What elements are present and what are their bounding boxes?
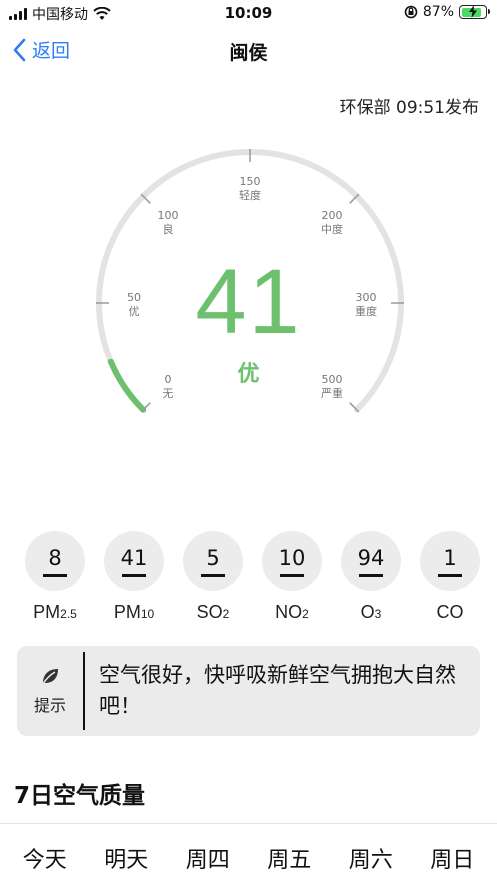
gauge-tick-label: 中度: [321, 222, 343, 236]
pollutant-pm10[interactable]: 41 PM10: [104, 531, 164, 623]
page-title: 闽侯: [229, 42, 268, 64]
leaf-icon: [42, 669, 58, 685]
gauge-tick-value: 200: [322, 209, 343, 222]
nav-bar: 返回 闽侯: [0, 32, 497, 72]
tip-divider: [83, 652, 85, 730]
pollutant-label: PM10: [113, 602, 155, 622]
pollutant-co[interactable]: 1 CO: [420, 531, 480, 623]
pollutant-label: CO: [436, 602, 464, 622]
tip-label: 提示: [33, 696, 66, 715]
forecast-day[interactable]: 周五: [267, 842, 311, 874]
pollutant-label: SO2: [196, 602, 230, 622]
pollutant-value: 94: [357, 545, 385, 570]
pollutant-so2[interactable]: 5 SO2: [183, 531, 243, 623]
gauge-tick-label: 轻度: [239, 188, 261, 202]
pollutant-label: PM2.5: [33, 602, 77, 622]
forecast-day[interactable]: 周日: [430, 842, 474, 874]
status-bar: 中国移动 10:09 87%: [0, 0, 497, 28]
pollutant-circle: 10: [262, 531, 322, 591]
gauge-tick-label: 无: [162, 387, 173, 400]
aqi-value: 41: [195, 251, 302, 353]
pollutant-circle: 41: [104, 531, 164, 591]
pollutant-circle: 94: [341, 531, 401, 591]
forecast-day[interactable]: 明天: [104, 842, 148, 874]
battery-icon: [459, 5, 490, 19]
tip-text: 空气很好，快呼吸新鲜空气拥抱大自然吧！: [99, 663, 456, 718]
aqi-level: 优: [237, 362, 260, 387]
pollutant-value: 1: [443, 545, 457, 570]
pollutant-no2[interactable]: 10 NO2: [262, 531, 322, 623]
pollutant-label: NO2: [275, 602, 309, 622]
gauge-tick-value: 100: [157, 209, 178, 222]
gauge-tick-label: 良: [162, 222, 173, 236]
divider: [0, 823, 497, 824]
pollutant-circle: 1: [420, 531, 480, 591]
pollutant-o3[interactable]: 94 O3: [341, 531, 401, 623]
pollutant-value: 5: [206, 545, 220, 570]
pollutant-value: 41: [120, 545, 148, 570]
forecast-day[interactable]: 周六: [349, 842, 393, 874]
gauge-tick-label: 严重: [321, 386, 343, 400]
pollutant-value: 8: [48, 545, 62, 570]
forecast-day[interactable]: 周四: [186, 842, 230, 874]
pollutant-circle: 8: [25, 531, 85, 591]
forecast-day[interactable]: 今天: [23, 842, 67, 874]
battery-percent: 87%: [422, 4, 454, 20]
tip-card: 提示 空气很好，快呼吸新鲜空气拥抱大自然吧！: [17, 646, 480, 736]
gauge-tick-value: 150: [240, 175, 261, 188]
pollutant-label: O3: [360, 602, 382, 622]
pollutant-pm25[interactable]: 8 PM2.5: [25, 531, 85, 623]
pollutant-value: 10: [278, 545, 306, 570]
publish-info: 环保部 09:51发布: [339, 98, 479, 118]
forecast-day-tabs: 今天 明天 周四 周五 周六 周日: [0, 842, 497, 874]
orientation-lock-icon: [404, 5, 418, 19]
pollutant-circle: 5: [183, 531, 243, 591]
pollutant-list: 8 PM2.5 41 PM10 5 SO2 10 NO2 94 O3 1 CO: [25, 531, 480, 623]
forecast-title: 7日空气质量: [14, 783, 146, 809]
